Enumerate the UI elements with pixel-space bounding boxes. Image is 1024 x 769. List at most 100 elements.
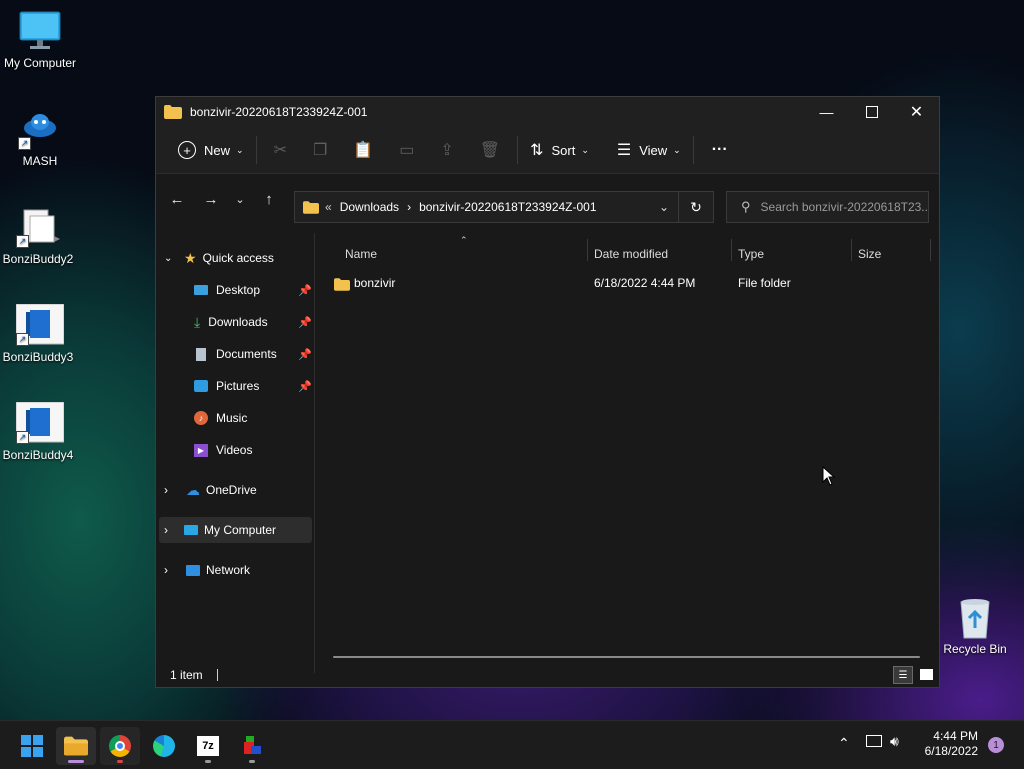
desktop-icon-bonzibuddy4[interactable]: ↗ BonziBuddy4 [0,401,78,462]
mash-icon: ↗ [18,108,62,150]
pin-icon[interactable]: 📌 [298,348,312,361]
nav-quick-access[interactable]: ⌄ ★ Quick access [164,245,274,271]
pin-icon[interactable]: 📌 [298,284,312,297]
forward-button[interactable]: → [194,184,228,214]
file-list: ⌃ Name Date modified Type Size bonzivir … [315,233,935,663]
app-icon: ↗ [15,401,65,444]
column-label: Name [345,247,378,261]
taskbar-7zip[interactable]: 7z [188,727,228,765]
nav-item-music[interactable]: ♪ Music [194,405,247,431]
plus-circle-icon: + [178,141,196,159]
chevron-right-icon: › [164,483,168,497]
close-icon: ✕ [909,104,924,121]
nav-network[interactable]: › Network [164,557,250,583]
desktop-icon-bonzibuddy2[interactable]: ↗ BonziBuddy2 [0,206,78,266]
chrome-icon [109,735,131,757]
desktop-icon-recycle-bin[interactable]: Recycle Bin [935,596,1015,656]
network-status-icon[interactable] [866,735,882,747]
recent-locations-button[interactable]: ⌄ [228,184,252,214]
nav-item-pictures[interactable]: Pictures 📌 [194,373,312,399]
tiles-view-button[interactable] [917,666,935,682]
column-divider[interactable] [587,239,588,261]
up-button[interactable]: ↑ [252,184,286,214]
taskbar-file-explorer[interactable] [56,727,96,765]
star-icon: ★ [184,249,197,266]
clock[interactable]: 4:44 PM 6/18/2022 [912,729,978,759]
start-button[interactable] [12,727,52,765]
column-divider[interactable] [930,239,931,261]
taskbar-bonzi[interactable] [232,727,272,765]
desktop-icon-bonzibuddy3[interactable]: ↗ BonziBuddy3 [0,303,78,364]
nav-item-downloads[interactable]: ⤓ Downloads 📌 [194,309,312,335]
cut-button[interactable]: ✂ [261,134,300,166]
nav-item-desktop[interactable]: Desktop 📌 [194,277,312,303]
delete-button[interactable]: 🗑 [467,134,513,166]
pin-icon[interactable]: 📌 [298,316,312,329]
column-header-type[interactable]: Type [738,241,850,267]
taskbar-chrome[interactable] [100,727,140,765]
file-explorer-icon [64,736,88,756]
column-header-size[interactable]: Size [858,241,928,267]
minimize-button[interactable]: — [804,97,849,127]
breadcrumb-current[interactable]: bonzivir-20220618T233924Z-001 [419,200,596,214]
search-box[interactable]: ⚲ Search bonzivir-20220618T23... [726,191,929,223]
nav-item-documents[interactable]: Documents 📌 [194,341,312,367]
column-header-name[interactable]: Name [345,241,585,267]
copy-button[interactable]: ❐ [300,134,340,166]
details-view-button[interactable]: ☰ [893,666,913,684]
volume-icon[interactable]: 🔊︎ [890,733,899,750]
cloud-icon: ☁ [186,481,200,498]
desktop-icon-my-computer[interactable]: My Computer [0,10,80,70]
paste-icon: 📋 [353,142,374,159]
horizontal-scrollbar[interactable] [333,656,920,658]
pin-icon[interactable]: 📌 [298,380,312,393]
document-icon [196,347,206,361]
title-bar[interactable]: bonzivir-20220618T233924Z-001 — ✕ [156,97,939,127]
minimize-icon: — [819,104,834,120]
arrow-left-icon: ← [169,190,185,208]
breadcrumb-overflow[interactable]: « [325,200,332,214]
address-history-button[interactable]: ⌄ [650,200,678,214]
more-options-button[interactable]: ··· [704,134,736,166]
address-bar[interactable]: « Downloads › bonzivir-20220618T233924Z-… [294,191,714,223]
nav-onedrive[interactable]: › ☁ OneDrive [164,477,257,503]
column-divider[interactable] [731,239,732,261]
file-explorer-window: bonzivir-20220618T233924Z-001 — ✕ + New … [155,96,940,688]
maximize-button[interactable] [849,97,894,127]
copy-icon: ❐ [312,142,328,159]
desktop-icon-mash[interactable]: ↗ MASH [0,108,80,168]
back-button[interactable]: ← [160,184,194,214]
share-button[interactable]: ⇪ [427,134,466,166]
paste-button[interactable]: 📋 [340,134,386,166]
desktop-icon-label: BonziBuddy4 [2,448,74,462]
view-button[interactable]: ☰ View ⌄ [609,134,689,166]
column-divider[interactable] [851,239,852,261]
trash-icon: 🗑 [479,142,501,159]
view-label: View [639,142,668,158]
row-name[interactable]: bonzivir [354,276,395,290]
window-title: bonzivir-20220618T233924Z-001 [190,105,368,119]
nav-item-videos[interactable]: ▶ Videos [194,437,252,463]
notification-badge[interactable]: 1 [988,737,1004,753]
desktop-icon-label: MASH [22,154,58,168]
shortcut-arrow-icon: ↗ [18,137,31,150]
show-hidden-icons-button[interactable]: ⌃ [838,735,850,752]
folder-icon [303,200,319,214]
sort-button[interactable]: ⇅ Sort ⌄ [522,134,597,166]
shortcut-arrow-icon: ↗ [16,333,29,346]
column-header-date[interactable]: Date modified [594,241,730,267]
rename-icon: ▭ [399,142,415,159]
rename-button[interactable]: ▭ [386,134,427,166]
chevron-down-icon: ⌄ [235,193,245,206]
taskbar-edge[interactable] [144,727,184,765]
desktop-icon-label: Recycle Bin [943,642,1007,656]
breadcrumb-downloads[interactable]: Downloads [340,200,399,214]
desktop-icon-label: BonziBuddy3 [2,350,74,364]
nav-my-computer[interactable]: › My Computer [159,517,312,543]
arrow-up-icon: ↑ [265,190,273,208]
close-button[interactable]: ✕ [894,97,939,127]
mouse-cursor-icon [822,465,836,489]
new-button[interactable]: + New ⌄ [170,134,252,166]
taskbar: 7z ⌃ 🔊︎ 4:44 PM 6/18/2022 1 [0,720,1024,769]
refresh-button[interactable]: ↻ [678,192,713,222]
